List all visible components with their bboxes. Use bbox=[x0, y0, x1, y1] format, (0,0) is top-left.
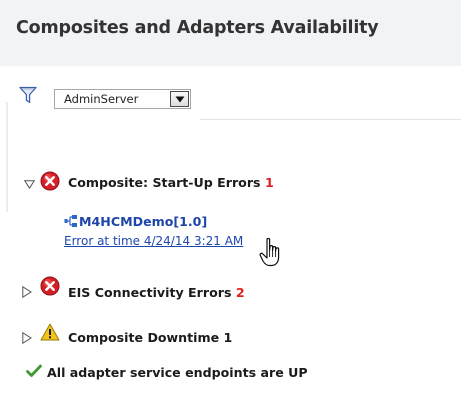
error-icon bbox=[40, 276, 60, 296]
section-label: Composite: Start-Up Errors 1 bbox=[68, 175, 274, 190]
status-message-text: All adapter service endpoints are UP bbox=[47, 365, 308, 380]
collapsed-triangle-icon[interactable] bbox=[22, 286, 32, 298]
dropdown-button[interactable] bbox=[170, 91, 189, 107]
filter-icon[interactable] bbox=[19, 86, 37, 104]
server-select-value: AdminServer bbox=[64, 92, 139, 106]
section-label: Composite Downtime 1 bbox=[68, 330, 233, 345]
composite-link[interactable]: M4HCMDemo[1.0] bbox=[79, 214, 207, 229]
error-count: 1 bbox=[264, 175, 274, 190]
checkmark-icon bbox=[26, 364, 42, 377]
expanded-triangle-icon[interactable] bbox=[24, 180, 35, 189]
error-time-link[interactable]: Error at time 4/24/14 3:21 AM bbox=[64, 234, 243, 248]
error-icon bbox=[40, 171, 60, 191]
divider bbox=[200, 119, 461, 120]
page-title: Composites and Adapters Availability bbox=[16, 18, 379, 38]
downtime-count: 1 bbox=[223, 330, 233, 345]
chevron-down-icon bbox=[175, 96, 185, 103]
error-count: 2 bbox=[235, 285, 245, 300]
server-select[interactable]: AdminServer bbox=[54, 89, 191, 109]
warning-icon bbox=[40, 323, 60, 341]
page-header: Composites and Adapters Availability bbox=[0, 0, 461, 66]
section-label: EIS Connectivity Errors 2 bbox=[68, 285, 245, 300]
composite-icon bbox=[64, 215, 77, 227]
left-rule bbox=[6, 102, 8, 212]
collapsed-triangle-icon[interactable] bbox=[22, 332, 32, 344]
hand-cursor-icon bbox=[259, 237, 280, 267]
